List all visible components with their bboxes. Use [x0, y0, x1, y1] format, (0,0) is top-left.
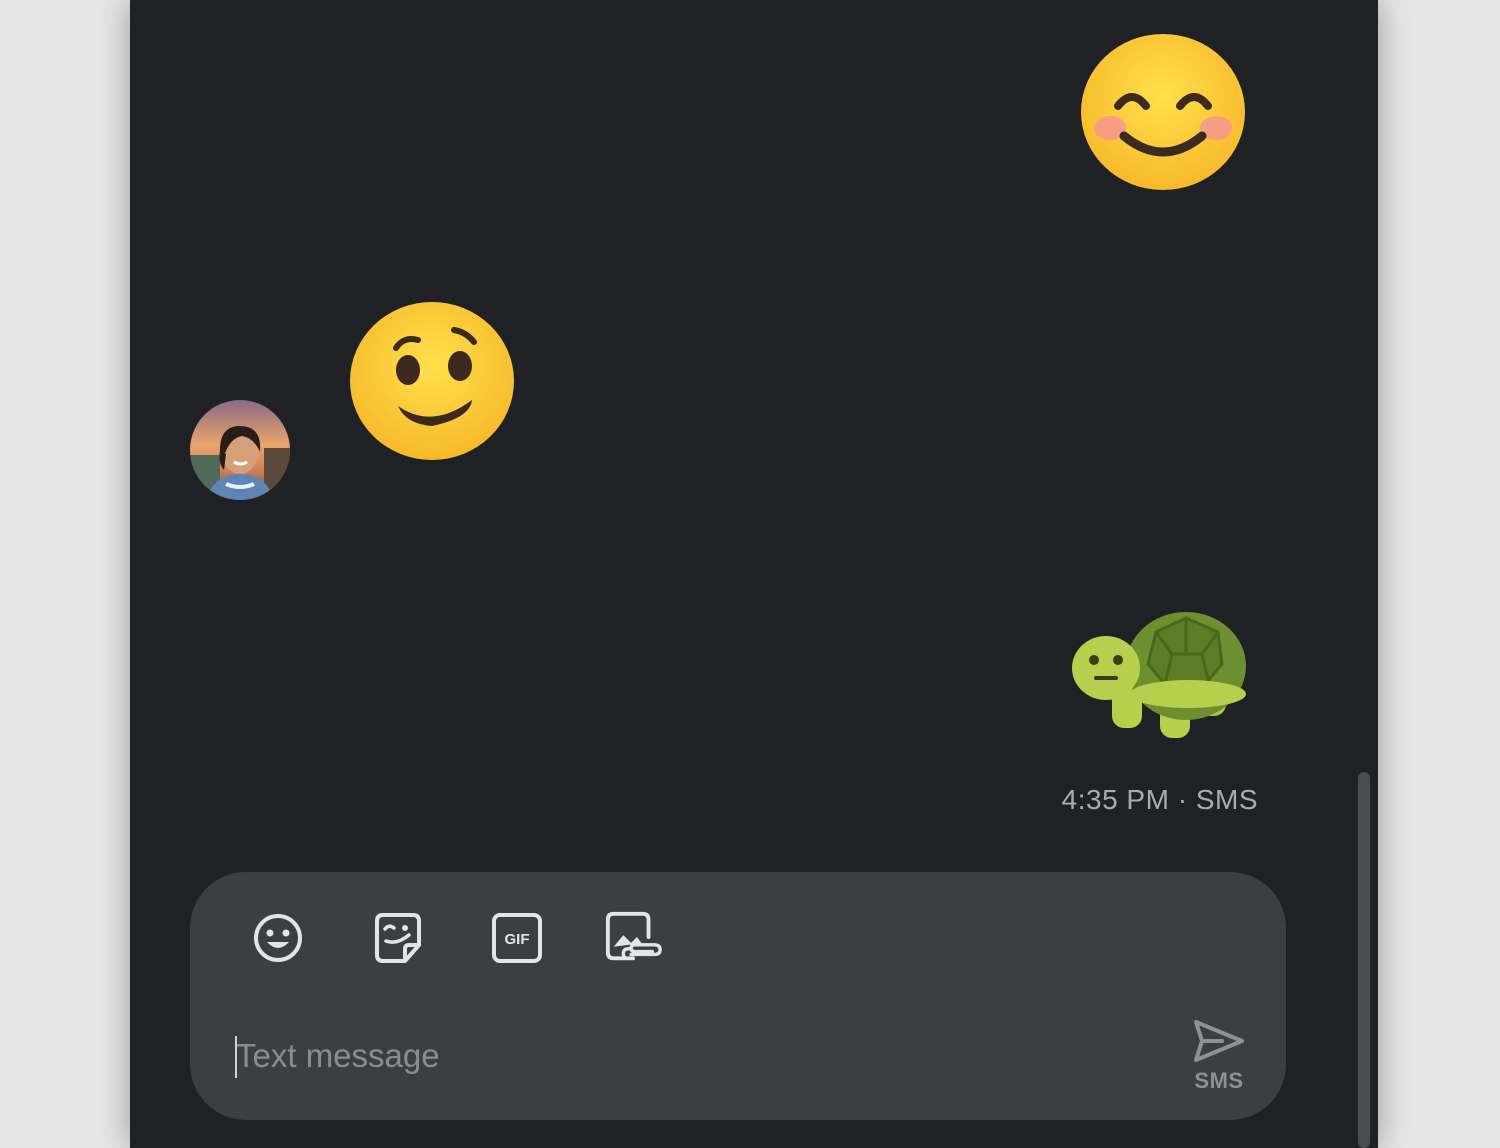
woozy-face-icon [350, 302, 514, 460]
gif-icon: GIF [492, 913, 542, 963]
sticker-icon [375, 913, 421, 963]
attach-media-icon [605, 911, 662, 961]
message-smiling-face-emoji[interactable] [1080, 32, 1246, 192]
text-caret [235, 1036, 237, 1078]
compose-bar: GIF SMS [190, 872, 1286, 1120]
emoji-button[interactable] [248, 908, 308, 968]
send-icon [1194, 1020, 1244, 1062]
svg-text:GIF: GIF [505, 931, 530, 948]
avatar[interactable] [190, 400, 290, 500]
send-mode-label: SMS [1194, 1068, 1244, 1093]
attach-media-button[interactable] [604, 908, 664, 968]
message-turtle-emoji[interactable] [1072, 602, 1250, 742]
sticker-button[interactable] [368, 908, 428, 968]
message-input[interactable] [234, 1028, 1136, 1084]
emoji-icon [254, 914, 302, 962]
turtle-icon [1072, 612, 1246, 738]
contact-photo [190, 400, 290, 500]
gif-button[interactable]: GIF [487, 908, 547, 968]
message-woozy-face-emoji[interactable] [348, 300, 516, 462]
scrollbar[interactable] [1358, 772, 1370, 1148]
message-timestamp: 4:35 PM · SMS [1061, 784, 1258, 815]
conversation-screen: 4:35 PM · SMS GIF Text message SMS [130, 0, 1378, 1148]
send-button[interactable]: SMS [1186, 1018, 1252, 1104]
smiling-face-icon [1081, 34, 1245, 190]
